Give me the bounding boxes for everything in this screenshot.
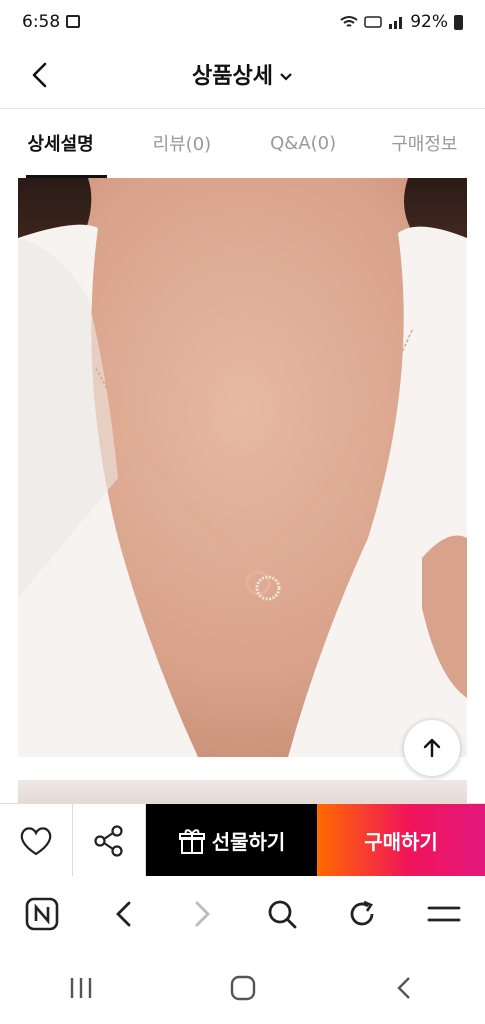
scroll-top-button[interactable] xyxy=(404,720,460,776)
gift-icon xyxy=(178,828,205,854)
share-icon xyxy=(94,824,123,857)
refresh-icon[interactable] xyxy=(346,898,378,930)
battery-percent: 92% xyxy=(410,12,448,32)
top-bar: 상품상세 xyxy=(0,44,485,109)
gift-label: 선물하기 xyxy=(211,830,286,854)
heart-icon xyxy=(20,826,52,855)
naver-icon[interactable] xyxy=(24,896,60,932)
browser-forward-icon[interactable] xyxy=(187,899,217,929)
tab-reviews[interactable]: 리뷰(0) xyxy=(121,108,242,178)
status-icons: 92% xyxy=(340,12,463,32)
chevron-down-icon xyxy=(280,73,292,81)
product-image xyxy=(18,178,467,757)
status-time: 6:58 xyxy=(22,12,61,32)
buy-label: 구매하기 xyxy=(364,830,438,854)
tab-bar: 상세설명 리뷰(0) Q&A(0) 구매정보 xyxy=(0,108,485,178)
browser-toolbar xyxy=(0,876,485,952)
like-button[interactable] xyxy=(0,804,73,877)
system-back-icon[interactable] xyxy=(393,975,417,1001)
page-title: 상품상세 xyxy=(192,64,273,89)
necklace-photo xyxy=(18,178,467,757)
share-button[interactable] xyxy=(73,804,146,877)
signal-icon xyxy=(389,17,403,29)
recent-apps-icon[interactable] xyxy=(68,976,94,1000)
purchase-action-bar: 선물하기 구매하기 xyxy=(0,803,485,877)
tab-purchase-info[interactable]: 구매정보 xyxy=(364,108,485,178)
search-icon[interactable] xyxy=(266,898,298,930)
battery-icon xyxy=(454,14,463,30)
system-navigation-bar xyxy=(0,952,485,1024)
tab-qna[interactable]: Q&A(0) xyxy=(243,108,364,178)
gallery-notification-icon xyxy=(66,15,80,28)
arrow-up-icon xyxy=(423,738,441,758)
status-bar: 6:58 92% xyxy=(0,0,485,44)
home-icon[interactable] xyxy=(229,974,257,1002)
buy-button[interactable]: 구매하기 xyxy=(317,804,485,877)
hd-icon xyxy=(364,16,382,28)
wifi-icon xyxy=(340,16,358,27)
gift-button[interactable]: 선물하기 xyxy=(146,804,317,877)
browser-back-icon[interactable] xyxy=(109,899,139,929)
page-title-button[interactable]: 상품상세 xyxy=(0,58,485,90)
menu-icon[interactable] xyxy=(427,900,461,928)
tab-detail[interactable]: 상세설명 xyxy=(0,108,121,178)
